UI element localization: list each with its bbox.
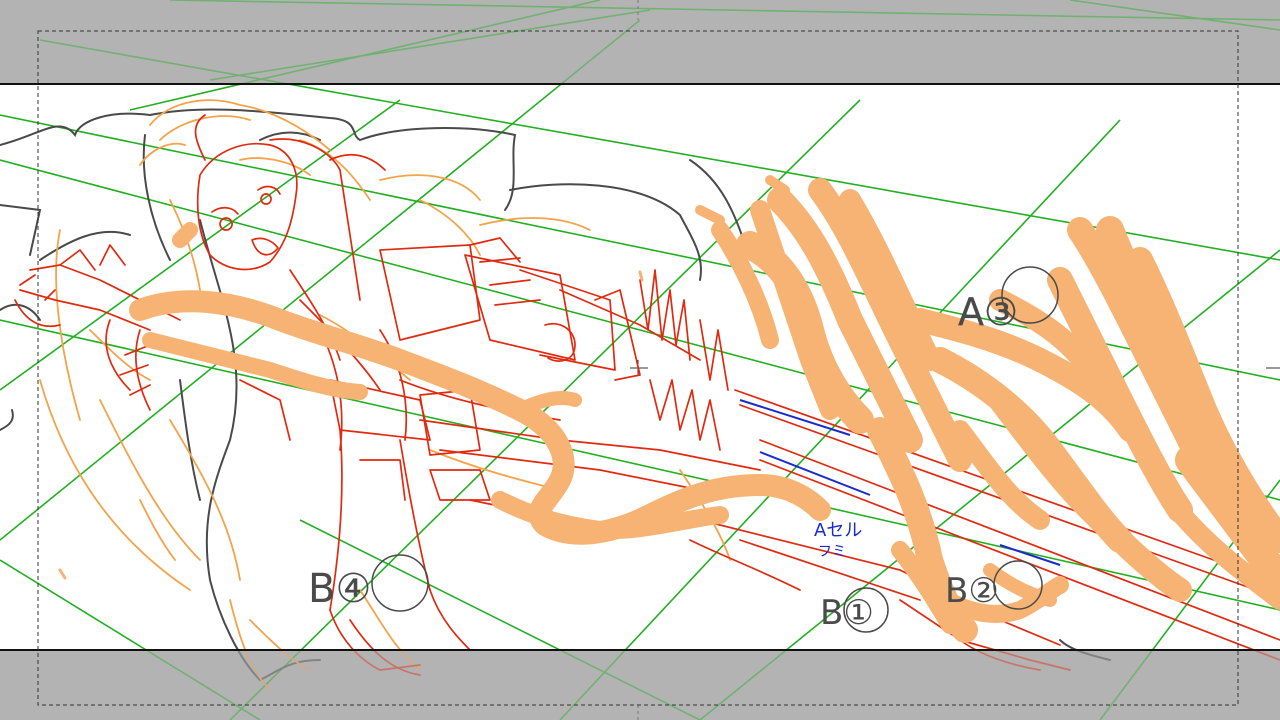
note-line-2: フミ [818, 544, 846, 560]
pasteboard-top-overlay [0, 0, 1280, 83]
drawing-canvas[interactable]: A③ B④ B① B② Aセル フミ [0, 0, 1280, 720]
cut-label-b-left: B④ [308, 566, 371, 612]
cut-label-b-right2: B② [945, 571, 999, 611]
cut-label-a: A③ [958, 290, 1018, 334]
cut-label-b-right: B① [820, 593, 874, 633]
note-line-1: Aセル [814, 520, 862, 541]
pasteboard-bottom-overlay [0, 651, 1280, 720]
